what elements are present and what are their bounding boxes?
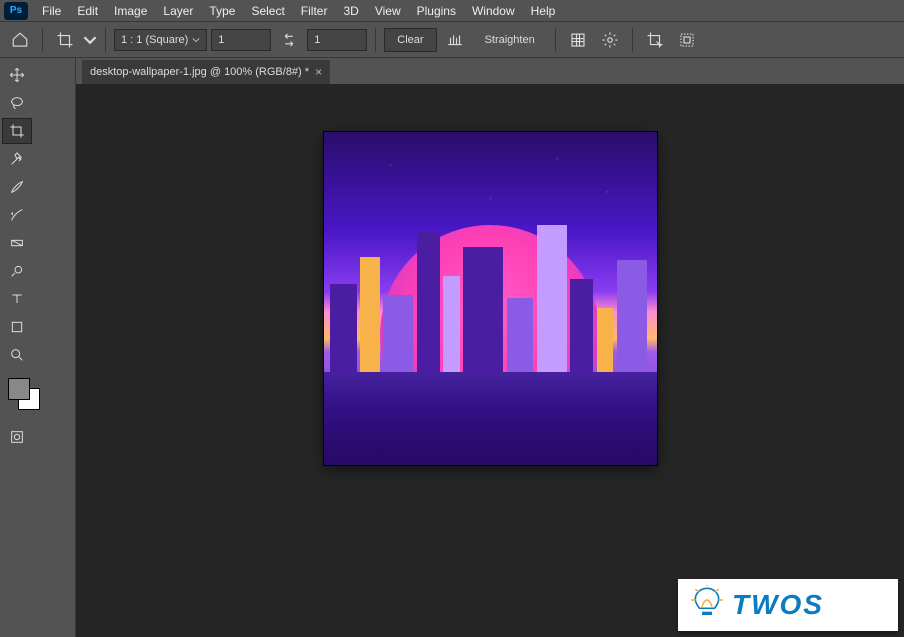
straighten-button[interactable]: Straighten <box>473 28 547 52</box>
tool-preset-dropdown[interactable] <box>83 26 97 54</box>
crop-tool[interactable] <box>2 118 32 144</box>
document-tab[interactable]: desktop-wallpaper-1.jpg @ 100% (RGB/8#) … <box>82 60 330 84</box>
document-image[interactable] <box>324 132 657 465</box>
image-reflection <box>324 372 657 465</box>
menu-edit[interactable]: Edit <box>69 2 106 20</box>
menu-window[interactable]: Window <box>464 2 523 20</box>
watermark-text: TWOS <box>732 589 824 621</box>
gradient-tool[interactable] <box>2 230 32 256</box>
separator <box>632 28 633 52</box>
close-tab-icon[interactable]: × <box>315 65 322 79</box>
overlay-grid-button[interactable] <box>564 26 592 54</box>
collapsed-panel-dock[interactable] <box>38 58 76 637</box>
foreground-color-swatch[interactable] <box>8 378 30 400</box>
app-logo: Ps <box>4 2 28 20</box>
menu-file[interactable]: File <box>34 2 69 20</box>
move-tool[interactable] <box>2 62 32 88</box>
separator <box>42 28 43 52</box>
lasso-tool[interactable] <box>2 90 32 116</box>
watermark: TWOS <box>678 579 898 631</box>
zoom-tool[interactable] <box>2 342 32 368</box>
straighten-icon[interactable] <box>441 26 469 54</box>
options-bar: 1 : 1 (Square) 1 1 Clear Straighten <box>0 22 904 58</box>
menu-image[interactable]: Image <box>106 2 155 20</box>
clear-button[interactable]: Clear <box>384 28 436 52</box>
home-button[interactable] <box>6 26 34 54</box>
quick-mask-button[interactable] <box>2 424 32 450</box>
content-aware-fill-button[interactable] <box>673 26 701 54</box>
menu-layer[interactable]: Layer <box>155 2 201 20</box>
document-area: desktop-wallpaper-1.jpg @ 100% (RGB/8#) … <box>76 58 904 637</box>
color-swatches[interactable] <box>8 378 46 418</box>
crop-tool-icon[interactable] <box>51 26 79 54</box>
canvas-area[interactable] <box>76 84 904 637</box>
eyedropper-tool[interactable] <box>2 146 32 172</box>
aspect-ratio-label: 1 : 1 (Square) <box>121 34 188 46</box>
menu-view[interactable]: View <box>367 2 409 20</box>
delete-cropped-button[interactable] <box>641 26 669 54</box>
workspace: desktop-wallpaper-1.jpg @ 100% (RGB/8#) … <box>0 58 904 637</box>
menu-filter[interactable]: Filter <box>293 2 336 20</box>
crop-options-gear-icon[interactable] <box>596 26 624 54</box>
menu-3d[interactable]: 3D <box>335 2 366 20</box>
menu-help[interactable]: Help <box>523 2 564 20</box>
separator <box>105 28 106 52</box>
tools-panel <box>0 58 38 637</box>
menu-plugins[interactable]: Plugins <box>409 2 464 20</box>
menu-select[interactable]: Select <box>243 2 292 20</box>
shape-tool[interactable] <box>2 314 32 340</box>
type-tool[interactable] <box>2 286 32 312</box>
separator <box>555 28 556 52</box>
menu-bar: Ps File Edit Image Layer Type Select Fil… <box>0 0 904 22</box>
separator <box>375 28 376 52</box>
dodge-tool[interactable] <box>2 258 32 284</box>
swap-dimensions-button[interactable] <box>275 26 303 54</box>
crop-height-input[interactable]: 1 <box>307 29 367 51</box>
lightbulb-icon <box>690 585 724 625</box>
history-brush-tool[interactable] <box>2 202 32 228</box>
image-skyline <box>324 212 657 372</box>
document-tab-bar: desktop-wallpaper-1.jpg @ 100% (RGB/8#) … <box>76 58 904 84</box>
brush-tool[interactable] <box>2 174 32 200</box>
crop-width-input[interactable]: 1 <box>211 29 271 51</box>
document-tab-title: desktop-wallpaper-1.jpg @ 100% (RGB/8#) … <box>90 66 309 78</box>
menu-type[interactable]: Type <box>201 2 243 20</box>
aspect-ratio-dropdown[interactable]: 1 : 1 (Square) <box>114 29 207 51</box>
